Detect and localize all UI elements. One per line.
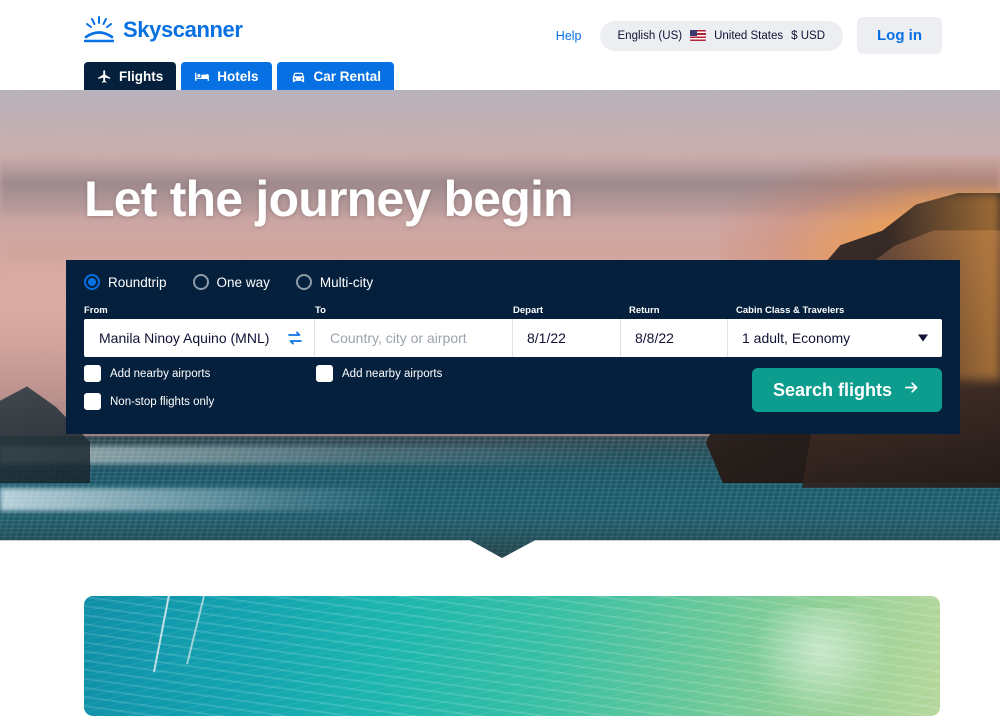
search-options: Add nearby airports Add nearby airports … <box>84 365 704 421</box>
flight-search-panel: Roundtrip One way Multi-city From To Dep… <box>66 260 960 434</box>
hero-title: Let the journey begin <box>84 171 574 227</box>
search-flights-button[interactable]: Search flights <box>752 368 942 412</box>
field-labels-row: From To Depart Return Cabin Class & Trav… <box>84 305 942 319</box>
car-icon <box>290 69 307 84</box>
trip-type-one-way[interactable]: One way <box>192 274 270 290</box>
option-add-nearby-destination-label: Add nearby airports <box>342 367 443 380</box>
language-value: English (US) <box>617 29 683 42</box>
trip-type-group: Roundtrip One way Multi-city <box>84 274 373 290</box>
option-add-nearby-origin-label: Add nearby airports <box>110 367 211 380</box>
plane-icon <box>97 69 112 84</box>
country-value: United States <box>714 29 784 42</box>
tab-car-rental-label: Car Rental <box>313 68 382 84</box>
option-non-stop[interactable]: Non-stop flights only <box>84 393 704 410</box>
return-date-field[interactable]: 8/8/22 <box>621 319 728 357</box>
search-flights-label: Search flights <box>772 379 893 400</box>
destination-placeholder: Country, city or airport <box>330 330 467 346</box>
label-to: To <box>315 305 326 316</box>
trip-type-roundtrip-label: Roundtrip <box>108 274 167 290</box>
tab-flights-label: Flights <box>119 68 164 84</box>
cabin-travelers-value: 1 adult, Economy <box>742 330 851 346</box>
cabin-travelers-field[interactable]: 1 adult, Economy <box>728 319 942 357</box>
promo-card[interactable] <box>84 596 940 716</box>
tab-hotels-label: Hotels <box>217 68 259 84</box>
depart-date-field[interactable]: 8/1/22 <box>513 319 621 357</box>
trip-type-roundtrip[interactable]: Roundtrip <box>84 274 167 290</box>
header-actions: Help English (US) United States $ USD Lo… <box>552 17 942 54</box>
login-button[interactable]: Log in <box>857 17 942 54</box>
option-add-nearby-destination[interactable]: Add nearby airports <box>316 365 442 382</box>
origin-field[interactable]: Manila Ninoy Aquino (MNL) <box>84 319 315 357</box>
chevron-down-icon[interactable] <box>918 334 928 342</box>
radio-roundtrip-icon[interactable] <box>84 274 100 290</box>
label-return: Return <box>629 305 660 316</box>
tab-car-rental[interactable]: Car Rental <box>276 62 395 90</box>
trip-type-multi-city[interactable]: Multi-city <box>295 274 374 290</box>
origin-value: Manila Ninoy Aquino (MNL) <box>99 330 270 346</box>
depart-date-value: 8/1/22 <box>527 330 566 346</box>
currency-value: $ USD <box>791 29 825 42</box>
search-fields-row: Manila Ninoy Aquino (MNL) Country, city … <box>84 319 942 357</box>
arrow-right-icon <box>902 379 921 401</box>
destination-field[interactable]: Country, city or airport <box>315 319 513 357</box>
trip-type-multi-city-label: Multi-city <box>319 274 374 290</box>
logo[interactable]: Skyscanner <box>84 16 243 44</box>
bed-icon <box>194 69 210 84</box>
brand-name: Skyscanner <box>123 17 243 42</box>
sunburst-icon <box>84 16 114 44</box>
radio-multi-city-icon[interactable] <box>295 274 312 290</box>
return-date-value: 8/8/22 <box>635 330 674 346</box>
label-cabin: Cabin Class & Travelers <box>736 305 845 316</box>
tab-hotels[interactable]: Hotels <box>181 62 272 90</box>
radio-one-way-icon[interactable] <box>192 274 209 290</box>
primary-nav-tabs: Flights Hotels Car Rental <box>84 62 395 90</box>
label-from: From <box>84 305 108 316</box>
swap-arrows-icon[interactable] <box>284 327 306 349</box>
locale-currency-selector[interactable]: English (US) United States $ USD <box>599 20 843 51</box>
help-link[interactable]: Help <box>552 23 586 49</box>
trip-type-one-way-label: One way <box>216 274 270 290</box>
option-non-stop-label: Non-stop flights only <box>110 395 215 408</box>
checkbox-non-stop[interactable] <box>84 393 101 410</box>
checkbox-add-nearby-origin[interactable] <box>84 365 101 382</box>
label-depart: Depart <box>513 305 544 316</box>
us-flag-icon <box>690 30 707 41</box>
tab-flights[interactable]: Flights <box>84 62 177 90</box>
checkbox-add-nearby-destination[interactable] <box>316 365 333 382</box>
